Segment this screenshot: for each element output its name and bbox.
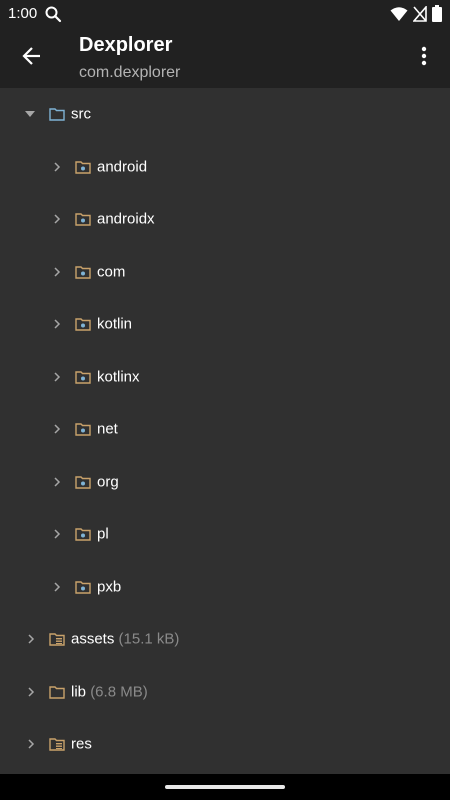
package-folder-icon	[75, 370, 91, 384]
package-folder-icon	[75, 422, 91, 436]
caret-down-icon[interactable]	[23, 107, 37, 121]
tree-item-label: org	[97, 473, 119, 491]
tree-item-label: kotlin	[97, 315, 133, 333]
tree-item-label: res	[71, 735, 92, 753]
package-folder-icon	[75, 265, 91, 279]
tree-item-package[interactable]: kotlinx	[0, 351, 450, 404]
tree-item-label: net	[97, 420, 118, 438]
tree-item-package[interactable]: net	[0, 403, 450, 456]
tree-item-label: kotlinx	[97, 368, 140, 386]
resource-folder-icon	[49, 737, 65, 751]
overflow-menu-button[interactable]	[406, 40, 442, 76]
no-sim-icon	[412, 4, 427, 27]
package-folder-icon	[75, 475, 91, 489]
more-vert-icon	[421, 46, 427, 71]
tree-item-label: androidx	[97, 210, 155, 228]
chevron-right-icon[interactable]	[50, 475, 64, 489]
tree-item-lib[interactable]: lib (6.8 MB)	[0, 666, 450, 719]
chevron-right-icon[interactable]	[50, 212, 64, 226]
home-gesture-handle[interactable]	[165, 785, 285, 789]
search-icon	[44, 5, 62, 23]
tree-item-label: pxb	[97, 578, 122, 596]
status-icons	[390, 4, 442, 27]
resource-folder-icon	[49, 632, 65, 646]
tree-item-label: android	[97, 158, 148, 176]
chevron-right-icon[interactable]	[24, 737, 38, 751]
chevron-right-icon[interactable]	[50, 580, 64, 594]
package-folder-icon	[75, 527, 91, 541]
chevron-right-icon[interactable]	[50, 317, 64, 331]
tree-item-assets[interactable]: assets (15.1 kB)	[0, 613, 450, 666]
tree-item-package[interactable]: kotlin	[0, 298, 450, 351]
status-bar: 1:00	[0, 0, 450, 28]
screen: 1:00 Dexplorer com.dexplorer src android…	[0, 0, 450, 800]
tree-item-label: assets	[71, 630, 115, 648]
file-tree: src android androidx com kotlin kotlinx …	[0, 88, 450, 771]
chevron-right-icon[interactable]	[24, 632, 38, 646]
tree-item-label: src	[71, 105, 91, 123]
tree-item-package[interactable]: com	[0, 246, 450, 299]
package-folder-icon	[75, 317, 91, 331]
folder-size: (15.1 kB)	[118, 630, 180, 648]
tree-item-package[interactable]: androidx	[0, 193, 450, 246]
chevron-right-icon[interactable]	[24, 685, 38, 699]
tree-item-label: lib	[71, 683, 87, 701]
tree-item-package[interactable]: org	[0, 456, 450, 509]
chevron-right-icon[interactable]	[50, 370, 64, 384]
status-time: 1:00	[8, 5, 38, 22]
tree-item-package[interactable]: pxb	[0, 561, 450, 614]
tree-item-res[interactable]: res	[0, 718, 450, 771]
chevron-right-icon[interactable]	[50, 527, 64, 541]
chevron-right-icon[interactable]	[50, 265, 64, 279]
source-folder-icon	[49, 107, 65, 121]
folder-size: (6.8 MB)	[90, 683, 148, 701]
chevron-right-icon[interactable]	[50, 422, 64, 436]
tree-item-src[interactable]: src	[0, 88, 450, 141]
app-bar: Dexplorer com.dexplorer	[0, 28, 450, 88]
arrow-back-icon	[22, 46, 42, 71]
app-title: Dexplorer	[79, 34, 173, 56]
tree-item-label: pl	[97, 525, 109, 543]
tree-item-label: com	[97, 263, 126, 281]
wifi-icon	[390, 6, 408, 27]
folder-icon	[49, 685, 65, 699]
package-folder-icon	[75, 160, 91, 174]
tree-item-package[interactable]: android	[0, 141, 450, 194]
tree-item-package[interactable]: pl	[0, 508, 450, 561]
app-subtitle: com.dexplorer	[79, 64, 181, 81]
chevron-right-icon[interactable]	[50, 160, 64, 174]
navigation-bar	[0, 774, 450, 800]
battery-icon	[432, 5, 442, 27]
package-folder-icon	[75, 212, 91, 226]
back-button[interactable]	[14, 40, 50, 76]
package-folder-icon	[75, 580, 91, 594]
